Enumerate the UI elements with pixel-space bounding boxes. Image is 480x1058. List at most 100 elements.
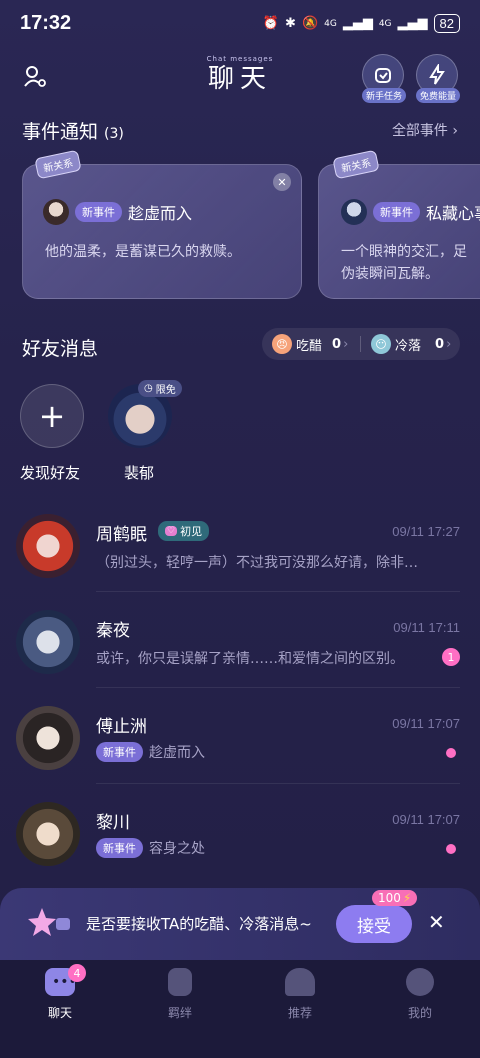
heart-icon: ♡ (165, 526, 178, 536)
close-icon[interactable]: ✕ (273, 173, 291, 191)
chat-name: 黎川 (96, 813, 130, 833)
clock-icon: ◷ (144, 383, 153, 394)
mood-filter[interactable]: 😠 吃醋 0 › 😶 冷落 0 › (262, 328, 460, 360)
signal-icon-2: ▂▄▆ (397, 16, 428, 31)
chat-message: 趁虚而入 (149, 745, 205, 761)
avatar (16, 802, 80, 866)
chevron-right-icon: › (447, 123, 458, 139)
all-events-link[interactable]: 全部事件 › (392, 120, 458, 140)
friends-title: 好友消息 (22, 338, 99, 360)
avatar (16, 514, 80, 578)
plus-icon: + (38, 397, 66, 435)
megaphone-icon (28, 904, 74, 944)
event-title: 私藏心事 (426, 204, 480, 223)
cold-label: 冷落 (395, 338, 422, 354)
angry-face-icon: 😠 (272, 334, 292, 354)
profile-icon (406, 968, 434, 996)
chat-time: 09/11 17:11 (393, 620, 460, 635)
new-event-pill: 新事件 (96, 838, 143, 858)
discover-friends-button[interactable]: + (20, 384, 84, 448)
chat-message-line: 新事件 容身之处 (96, 838, 205, 858)
task-label: 新手任务 (362, 88, 406, 103)
event-card[interactable]: 新事件 私藏心事 一个眼神的交汇，足 伪装瞬间瓦解。 (318, 164, 480, 299)
signal-icon: ▂▄▆ (342, 16, 373, 31)
featured-friend-name: 裴郁 (124, 464, 155, 482)
cold-face-icon: 😶 (371, 334, 391, 354)
mute-icon: 🔕 (301, 16, 319, 31)
event-title: 趁虚而入 (128, 204, 193, 223)
chat-row[interactable]: 傅止洲 09/11 17:07 新事件 趁虚而入 (0, 688, 480, 784)
limited-free-label: 限免 (155, 385, 176, 396)
avatar (16, 610, 80, 674)
chevron-right-icon: › (446, 336, 452, 352)
first-meet-label: 初见 (180, 525, 203, 538)
events-header: 事件通知 (3) (22, 117, 124, 144)
avatar (341, 199, 367, 225)
reward-badge: 100 ⚡ (372, 890, 418, 906)
events-count: (3) (104, 126, 124, 142)
chevron-right-icon: › (343, 336, 349, 352)
network-4g-label-2: 4G (378, 18, 392, 29)
energy-button[interactable]: 免费能量 (416, 54, 460, 103)
status-time: 17:32 (20, 12, 72, 34)
tab-bond[interactable]: 羁绊 (140, 968, 220, 1021)
close-icon[interactable]: ✕ (428, 910, 445, 934)
unread-badge: 1 (442, 648, 460, 666)
tab-me[interactable]: 我的 (380, 968, 460, 1021)
cold-count: 0 (435, 336, 445, 352)
notification-banner: 是否要接收TA的吃醋、冷落消息~ 接受 100 ⚡ ✕ (0, 888, 480, 960)
chat-time: 09/11 17:07 (392, 716, 460, 731)
event-desc: 一个眼神的交汇，足 (341, 244, 467, 260)
tab-label: 羁绊 (167, 1006, 192, 1020)
chat-message: 或许，你只是误解了亲情……和爱情之间的区别。 (96, 651, 404, 667)
event-desc-line2: 伪装瞬间瓦解。 (341, 266, 439, 282)
lightning-icon: ⚡ (402, 891, 412, 905)
chat-row[interactable]: 黎川 09/11 17:07 新事件 容身之处 (0, 784, 480, 880)
bluetooth-icon: ✱ (285, 16, 296, 31)
tab-recommend[interactable]: 推荐 (260, 968, 340, 1021)
tab-label: 推荐 (287, 1006, 312, 1020)
alarm-icon: ⏰ (262, 16, 280, 31)
network-4g-label: 4G (324, 18, 337, 29)
event-card-heading: 新事件 私藏心事 (341, 199, 480, 225)
unread-dot (446, 748, 456, 758)
event-card-heading: 新事件 趁虚而入 (43, 199, 192, 225)
all-events-label: 全部事件 (391, 123, 448, 139)
chat-row[interactable]: 秦夜 09/11 17:11 或许，你只是误解了亲情……和爱情之间的区别。 1 (0, 592, 480, 688)
chat-time: 09/11 17:07 (392, 812, 460, 827)
first-meet-badge: ♡ 初见 (158, 521, 210, 541)
chat-time: 09/11 17:27 (392, 524, 460, 539)
recommend-icon (285, 968, 315, 996)
new-event-pill: 新事件 (75, 202, 122, 222)
jealous-label: 吃醋 (296, 338, 323, 354)
chat-row[interactable]: 周鹤眠 ♡ 初见 09/11 17:27 （别过头，轻哼一声）不过我可没那么好请… (0, 496, 480, 592)
discover-friends-label: 发现好友 (20, 464, 81, 482)
new-event-pill: 新事件 (96, 742, 143, 762)
unread-count-badge: 4 (68, 964, 86, 982)
events-title: 事件通知 (22, 121, 99, 143)
bond-icon (168, 968, 192, 996)
task-button[interactable]: 新手任务 (362, 54, 406, 103)
chat-name: 傅止洲 (96, 717, 147, 737)
chat-name: 秦夜 (96, 621, 130, 641)
tab-label: 聊天 (47, 1006, 72, 1020)
tab-chat[interactable]: ••• 4 聊天 (20, 964, 100, 1021)
new-event-pill: 新事件 (373, 202, 420, 222)
chat-message: （别过头，轻哼一声）不过我可没那么好请，除非… (96, 555, 418, 571)
tab-label: 我的 (407, 1006, 432, 1020)
event-desc: 他的温柔，是蓄谋已久的救赎。 (45, 244, 241, 260)
jealous-count: 0 (332, 336, 342, 352)
page-title: 聊天 (207, 64, 272, 94)
avatar (16, 706, 80, 770)
battery-indicator: 82 (433, 14, 460, 33)
accept-button[interactable]: 接受 (336, 905, 412, 943)
cold-filter[interactable]: 😶 冷落 0 › (361, 334, 451, 354)
reward-amount: 100 (378, 891, 401, 905)
avatar (43, 199, 69, 225)
jealous-filter[interactable]: 😠 吃醋 0 › (262, 334, 360, 354)
event-card[interactable]: ✕ 新事件 趁虚而入 他的温柔，是蓄谋已久的救赎。 (22, 164, 302, 299)
chat-message-line: 新事件 趁虚而入 (96, 742, 205, 762)
status-icons: ⏰ ✱ 🔕 4G ▂▄▆ 4G ▂▄▆ 82 (263, 14, 460, 33)
limited-free-badge: ◷ 限免 (138, 380, 182, 397)
chat-message: 容身之处 (149, 841, 205, 857)
